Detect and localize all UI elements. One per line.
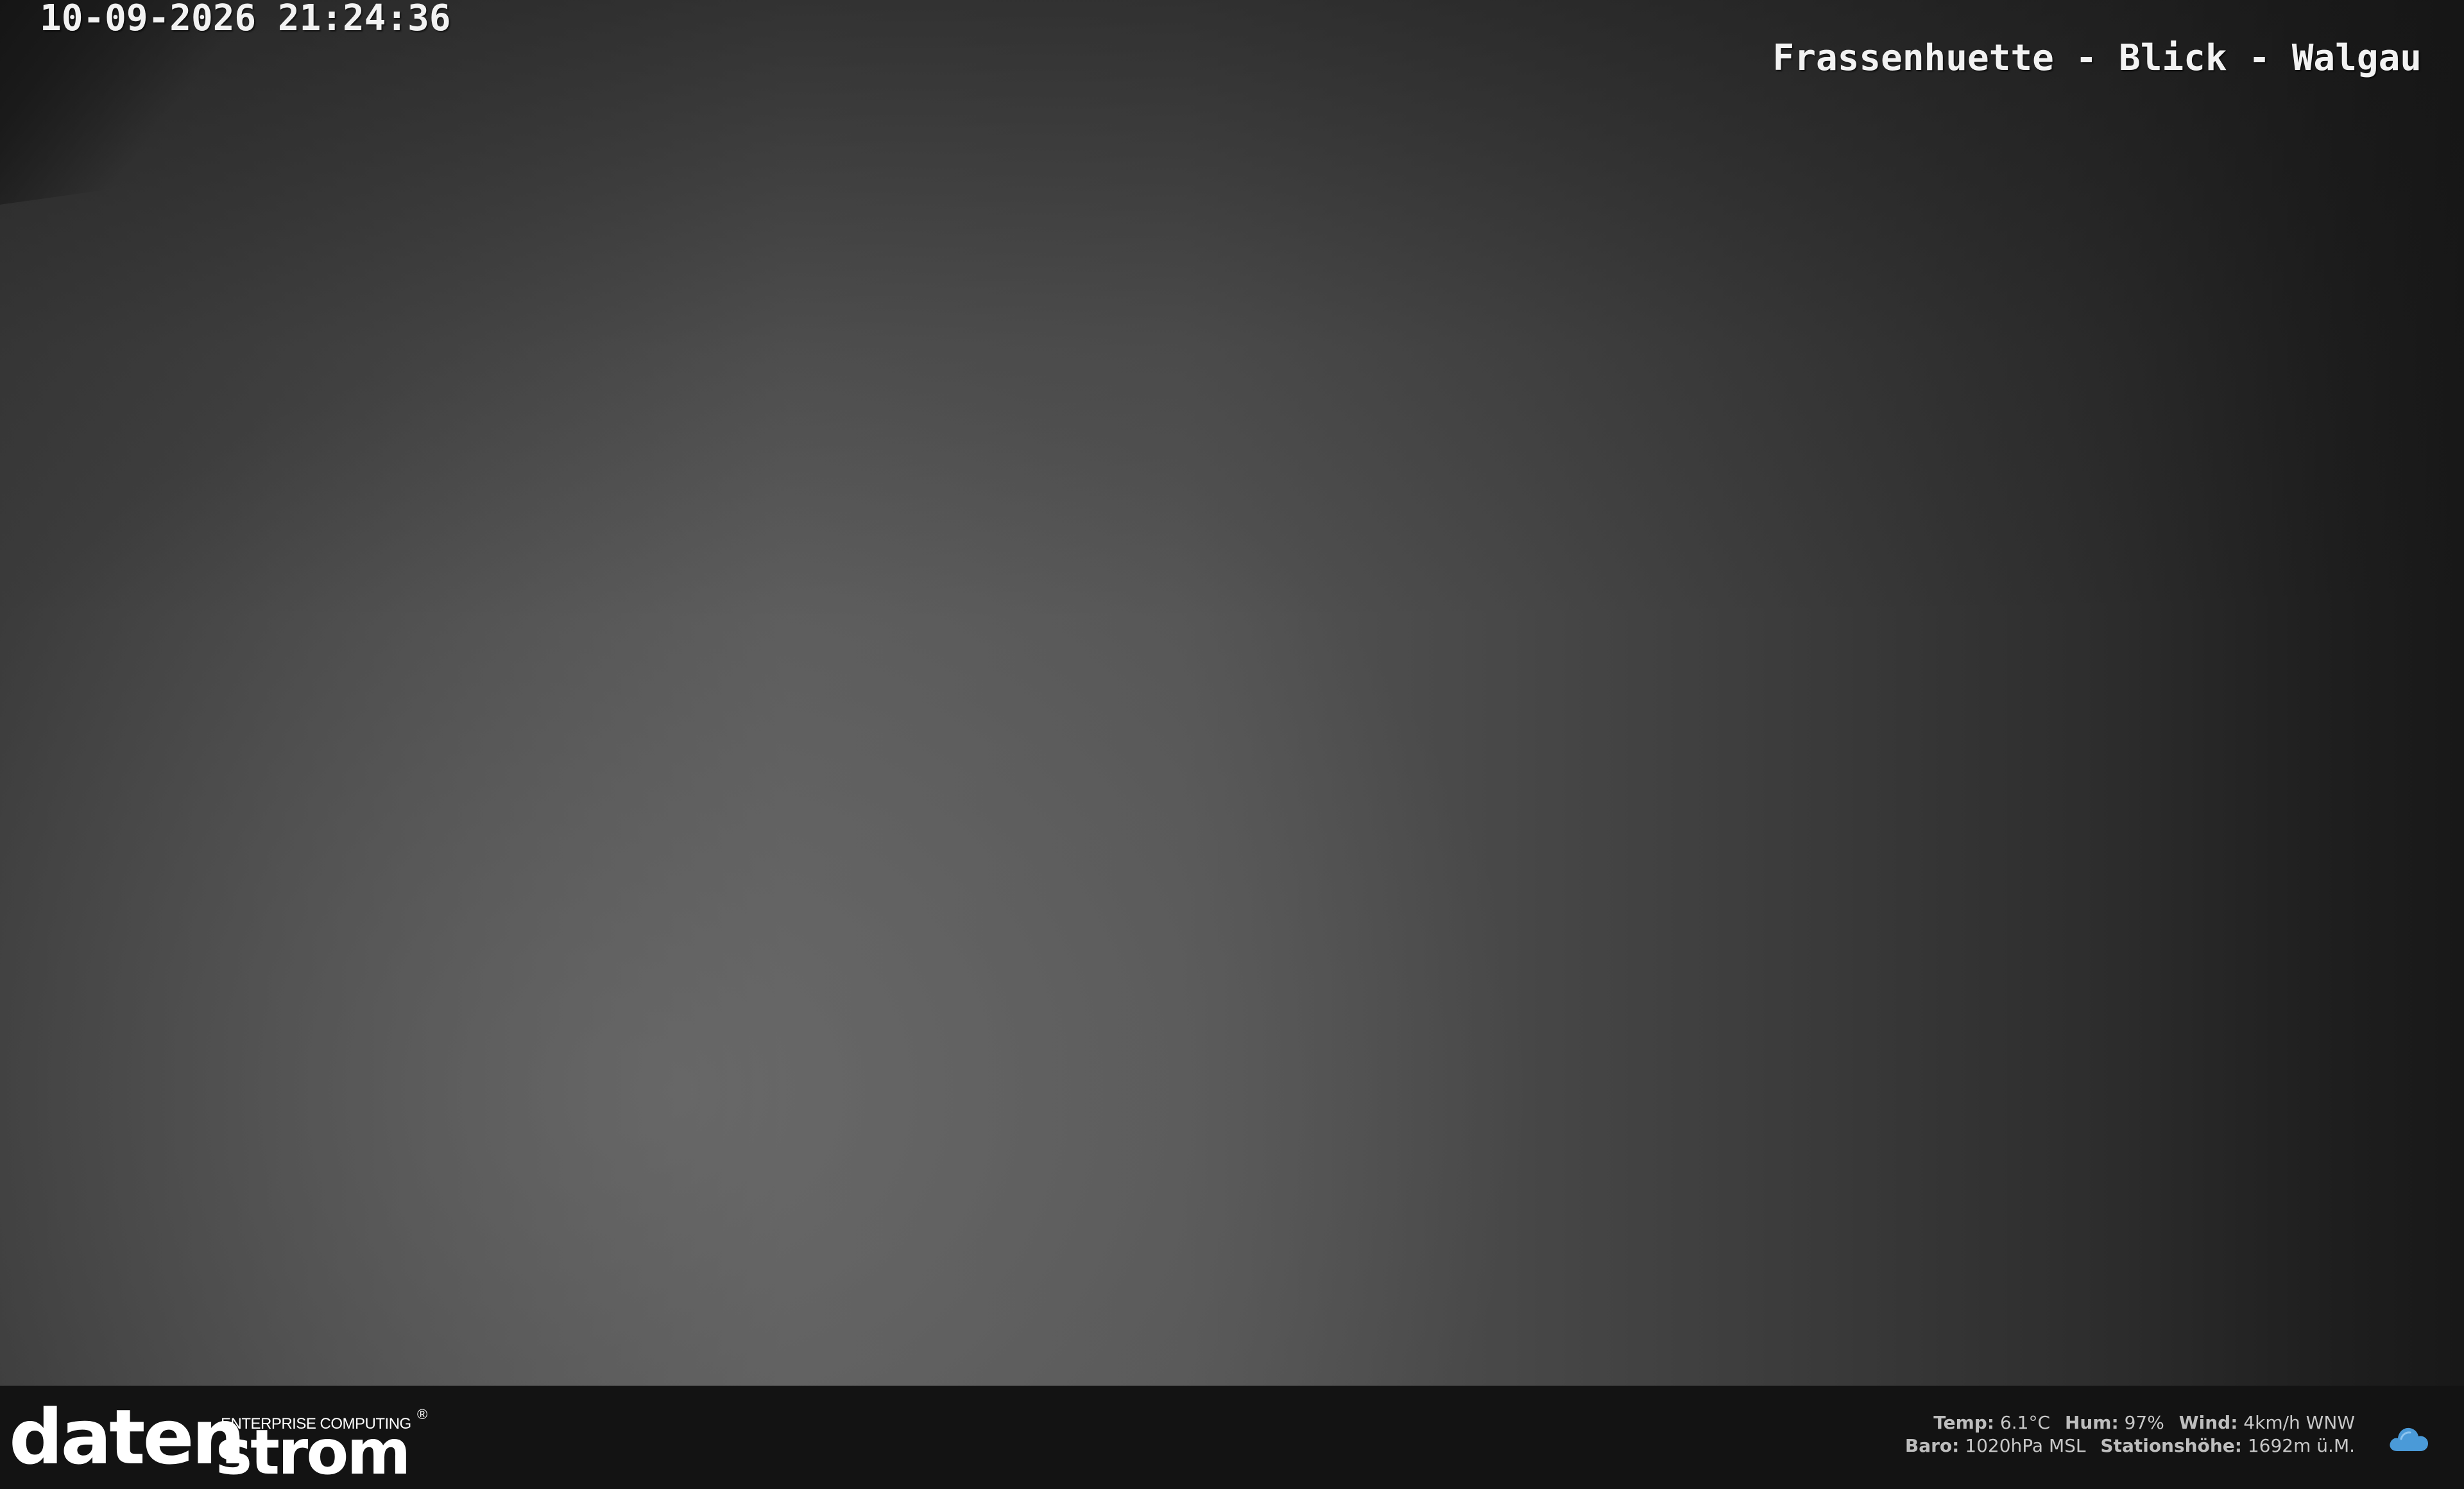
weather-line-2: Baro: 1020hPa MSL Stationshöhe: 1692m ü.… [1905, 1434, 2355, 1458]
wind-label: Wind: [2178, 1412, 2238, 1433]
registered-mark: ® [417, 1406, 428, 1422]
weather-line-1: Temp: 6.1°C Hum: 97% Wind: 4km/h WNW [1905, 1411, 2355, 1434]
station-height-label: Stationshöhe: [2100, 1435, 2242, 1456]
datenstrom-logo: daten ENTERPRISE COMPUTING strom ® [9, 1393, 432, 1488]
info-bar: daten ENTERPRISE COMPUTING strom ® Temp:… [0, 1386, 2464, 1489]
temp-label: Temp: [1933, 1412, 1995, 1433]
station-height-value: 1692m ü.M. [2247, 1435, 2355, 1456]
logo-text-secondary: strom [216, 1416, 411, 1488]
webcam-frame: 10-09-2026 21:24:36 Frassenhuette - Blic… [0, 0, 2464, 1489]
wind-value: 4km/h WNW [2243, 1412, 2355, 1433]
logo-text-primary: daten [9, 1393, 246, 1481]
camera-vignette [0, 0, 2464, 1386]
timestamp-overlay: 10-09-2026 21:24:36 [40, 0, 451, 39]
location-title-overlay: Frassenhuette - Blick - Walgau [1772, 37, 2422, 79]
baro-label: Baro: [1904, 1435, 1960, 1456]
baro-value: 1020hPa MSL [1965, 1435, 2086, 1456]
humidity-value: 97% [2124, 1412, 2164, 1433]
temp-value: 6.1°C [1999, 1412, 2051, 1433]
humidity-label: Hum: [2064, 1412, 2119, 1433]
weather-readout: Temp: 6.1°C Hum: 97% Wind: 4km/h WNW Bar… [1905, 1411, 2355, 1458]
cloud-icon [2387, 1419, 2433, 1458]
